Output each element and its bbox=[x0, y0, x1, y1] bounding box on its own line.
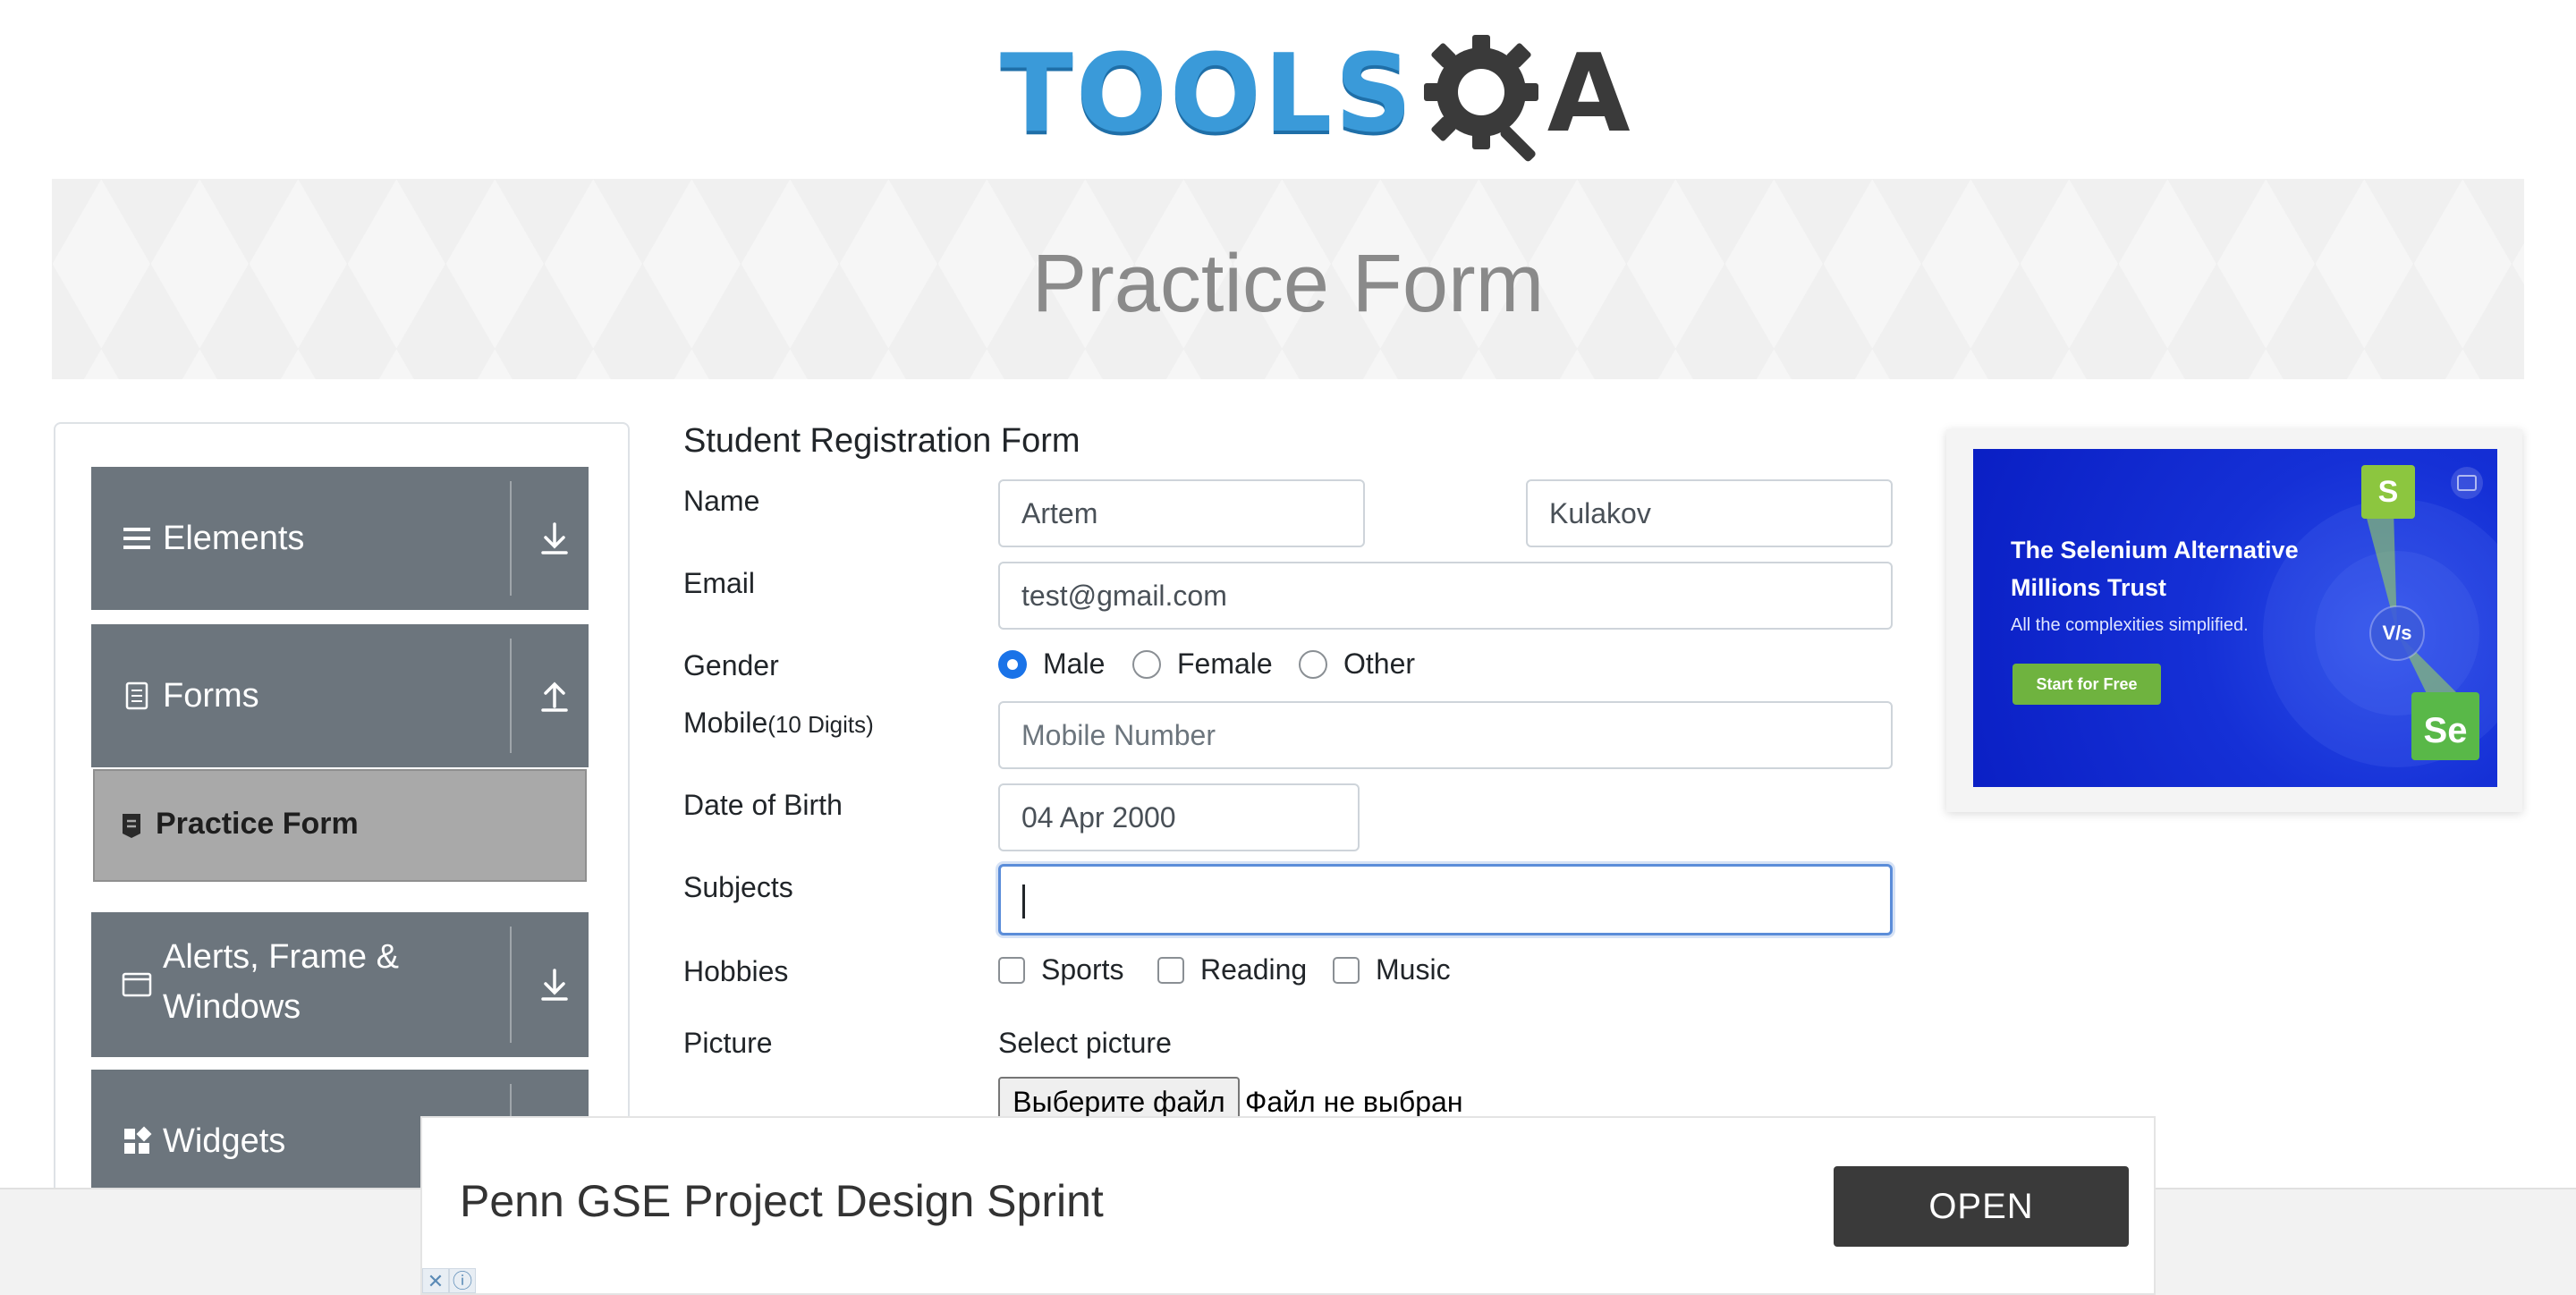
radio-icon[interactable] bbox=[1132, 649, 1161, 679]
gender-label: Gender bbox=[683, 649, 779, 681]
mobile-label-text: Mobile bbox=[683, 707, 768, 739]
document-icon bbox=[125, 681, 148, 710]
email-label: Email bbox=[683, 567, 756, 599]
hobby-music-checkbox[interactable]: Music bbox=[1333, 953, 1451, 986]
gender-option-label: Male bbox=[1043, 648, 1106, 680]
subjects-input[interactable] bbox=[998, 864, 1893, 935]
bottom-banner-ad[interactable]: Penn GSE Project Design Sprint OPEN ✕ ⓘ bbox=[420, 1116, 2156, 1295]
first-name-input[interactable]: Artem bbox=[998, 479, 1365, 547]
sidebar-item-label: Practice Form bbox=[156, 807, 359, 841]
se-badge: Se bbox=[2411, 692, 2479, 760]
mobile-label: Mobile(10 Digits) bbox=[683, 707, 874, 740]
upload-arrow-icon[interactable] bbox=[538, 678, 571, 714]
download-arrow-icon[interactable] bbox=[538, 967, 571, 1003]
ad-headline: The Selenium Alternative Millions Trust bbox=[2011, 537, 2299, 601]
gear-magnifier-icon bbox=[1423, 35, 1538, 162]
hobby-label: Music bbox=[1376, 953, 1451, 986]
picture-label: Picture bbox=[683, 1027, 773, 1059]
info-icon[interactable]: ⓘ bbox=[449, 1268, 476, 1293]
sidebar-group-forms[interactable]: Forms bbox=[91, 624, 589, 767]
open-button[interactable]: OPEN bbox=[1834, 1166, 2129, 1247]
label-line-2: Windows bbox=[163, 988, 301, 1026]
divider bbox=[510, 481, 512, 596]
dob-label: Date of Birth bbox=[683, 789, 843, 821]
checkbox-icon[interactable] bbox=[1157, 956, 1184, 984]
sidebar-item-practice-form[interactable]: Practice Form bbox=[93, 769, 587, 882]
start-for-free-button[interactable]: Start for Free bbox=[2012, 664, 2161, 705]
close-icon[interactable]: ✕ bbox=[422, 1268, 449, 1293]
download-arrow-icon[interactable] bbox=[538, 521, 571, 556]
hobbies-label: Hobbies bbox=[683, 955, 789, 987]
divider bbox=[510, 927, 512, 1043]
gender-other-radio[interactable]: Other bbox=[1299, 648, 1415, 681]
divider bbox=[510, 639, 512, 753]
hobby-sports-checkbox[interactable]: Sports bbox=[998, 953, 1123, 986]
toolsqa-logo[interactable]: TOOLS A bbox=[1000, 27, 1631, 163]
bottom-ad-text: Penn GSE Project Design Sprint bbox=[460, 1176, 1104, 1226]
sidebar-group-elements[interactable]: Elements bbox=[91, 467, 589, 610]
email-input[interactable]: test@gmail.com bbox=[998, 562, 1893, 630]
sidebar-group-label: Forms bbox=[163, 677, 259, 715]
code-icon bbox=[2451, 467, 2483, 499]
sidebar-group-label: Alerts, Frame & Windows bbox=[163, 932, 399, 1032]
last-name-input[interactable]: Kulakov bbox=[1526, 479, 1893, 547]
logo-text-tools: TOOLS bbox=[1000, 32, 1415, 157]
page-title: Practice Form bbox=[1031, 237, 1545, 329]
gender-option-label: Female bbox=[1177, 648, 1273, 680]
gender-male-radio[interactable]: Male bbox=[998, 648, 1105, 681]
ad-choices[interactable]: ✕ ⓘ bbox=[422, 1268, 476, 1293]
text-caret bbox=[1022, 884, 1025, 918]
form-title: Student Registration Form bbox=[683, 422, 1080, 460]
name-label: Name bbox=[683, 485, 760, 517]
window-icon bbox=[122, 972, 152, 997]
date-of-birth-input[interactable]: 04 Apr 2000 bbox=[998, 783, 1360, 851]
vs-badge: V/s bbox=[2382, 622, 2412, 644]
checkbox-icon[interactable] bbox=[1333, 956, 1360, 984]
select-picture-label: Select picture bbox=[998, 1027, 1172, 1059]
widgets-icon bbox=[124, 1126, 152, 1154]
checkbox-icon[interactable] bbox=[998, 956, 1025, 984]
hobby-label: Sports bbox=[1041, 953, 1124, 986]
ad-subtext: All the complexities simplified. bbox=[2011, 615, 2249, 635]
subjects-label: Subjects bbox=[683, 871, 793, 903]
radio-selected-icon[interactable] bbox=[998, 649, 1027, 679]
selenium-alternative-ad[interactable]: S V/s Se The Selenium Alternative Millio… bbox=[1973, 449, 2497, 787]
form-doc-icon bbox=[123, 814, 140, 838]
page-banner: Practice Form bbox=[52, 179, 2524, 379]
logo-text-a: A bbox=[1546, 32, 1631, 157]
gender-option-label: Other bbox=[1343, 648, 1416, 680]
hobby-label: Reading bbox=[1200, 953, 1308, 986]
gender-female-radio[interactable]: Female bbox=[1132, 648, 1273, 681]
hobby-reading-checkbox[interactable]: Reading bbox=[1157, 953, 1307, 986]
sidebar-group-label: Elements bbox=[163, 520, 305, 557]
file-status-text: Файл не выбран bbox=[1245, 1086, 1463, 1118]
label-line-1: Alerts, Frame & bbox=[163, 938, 399, 976]
sidebar-group-alerts-frame-windows[interactable]: Alerts, Frame & Windows bbox=[91, 912, 589, 1057]
radio-icon[interactable] bbox=[1299, 649, 1327, 679]
mobile-input[interactable]: Mobile Number bbox=[998, 701, 1893, 769]
sidebar-group-label: Widgets bbox=[163, 1122, 286, 1160]
hamburger-icon bbox=[123, 528, 150, 549]
mobile-hint: (10 Digits) bbox=[767, 711, 874, 738]
s-badge: S bbox=[2361, 465, 2415, 519]
